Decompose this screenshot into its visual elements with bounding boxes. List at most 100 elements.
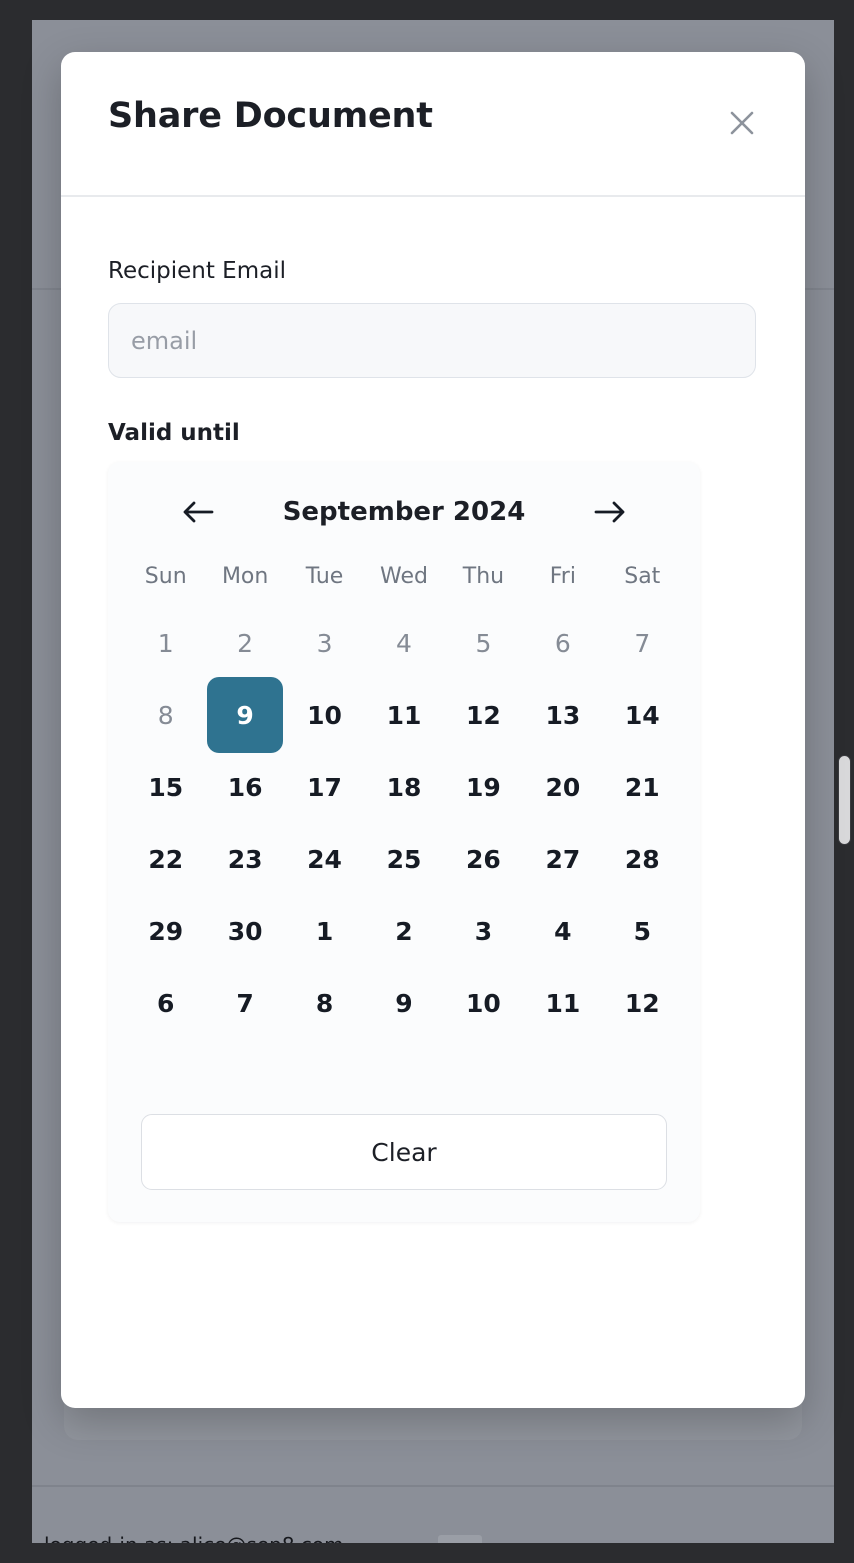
calendar-day-1: 1: [143, 615, 189, 671]
calendar-day-cell: 28: [603, 823, 682, 895]
calendar-day-4: 4: [381, 615, 427, 671]
calendar-day-cell: 1: [126, 607, 205, 679]
calendar-day-6: 6: [540, 615, 586, 671]
calendar-day-cell: 18: [364, 751, 443, 823]
calendar-day-1[interactable]: 1: [302, 903, 348, 959]
calendar-day-cell: 9: [364, 967, 443, 1039]
calendar-day-11[interactable]: 11: [534, 975, 591, 1031]
calendar-day-17[interactable]: 17: [296, 759, 353, 815]
calendar-day-11[interactable]: 11: [376, 687, 433, 743]
calendar-day-15[interactable]: 15: [137, 759, 194, 815]
calendar-day-cell: 10: [285, 679, 364, 751]
calendar-month-year-label: September 2024: [282, 497, 526, 527]
calendar-day-cell: 2: [205, 607, 284, 679]
share-document-dialog: Share Document Recipient Email Valid unt…: [61, 52, 805, 1408]
calendar-day-cell: 16: [205, 751, 284, 823]
calendar-day-3[interactable]: 3: [460, 903, 506, 959]
calendar-day-19[interactable]: 19: [455, 759, 512, 815]
calendar-day-22[interactable]: 22: [137, 831, 194, 887]
calendar-day-cell: 7: [603, 607, 682, 679]
calendar-weekday-tue: Tue: [305, 564, 344, 589]
calendar-day-cell: 8: [285, 967, 364, 1039]
calendar-day-20[interactable]: 20: [534, 759, 591, 815]
calendar-day-cell: 6: [126, 967, 205, 1039]
valid-until-label: Valid until: [108, 420, 240, 446]
arrow-left-icon[interactable]: [176, 490, 220, 534]
calendar-day-9[interactable]: 9: [381, 975, 427, 1031]
calendar-day-cell: 15: [126, 751, 205, 823]
calendar-day-5[interactable]: 5: [619, 903, 665, 959]
calendar-day-2[interactable]: 2: [381, 903, 427, 959]
calendar-day-13[interactable]: 13: [534, 687, 591, 743]
calendar-weekday-sun: Sun: [144, 564, 187, 589]
date-picker-panel: September 2024 Sun Mon Tue Wed Thu Fri Sat 123…: [108, 462, 700, 1222]
calendar-day-cell: 29: [126, 895, 205, 967]
calendar-day-cell: 5: [603, 895, 682, 967]
calendar-day-9[interactable]: 9: [207, 677, 284, 753]
logged-in-status-text: logged-in as: alice@sep8.com: [44, 1533, 344, 1543]
calendar-day-cell: 5: [444, 607, 523, 679]
calendar-day-cell: 13: [523, 679, 602, 751]
calendar-day-cell: 12: [444, 679, 523, 751]
calendar-day-3: 3: [302, 615, 348, 671]
arrow-right-icon[interactable]: [588, 490, 632, 534]
calendar-day-14[interactable]: 14: [614, 687, 671, 743]
calendar-day-cell: 17: [285, 751, 364, 823]
calendar-weekday-wed: Wed: [380, 564, 428, 589]
calendar-day-24[interactable]: 24: [296, 831, 353, 887]
calendar-weekday-mon: Mon: [221, 564, 269, 589]
calendar-day-cell: 22: [126, 823, 205, 895]
calendar-day-cell: 27: [523, 823, 602, 895]
calendar-day-27[interactable]: 27: [534, 831, 591, 887]
calendar-day-10[interactable]: 10: [455, 975, 512, 1031]
calendar-day-5: 5: [460, 615, 506, 671]
calendar-day-28[interactable]: 28: [614, 831, 671, 887]
calendar-day-7[interactable]: 7: [222, 975, 268, 1031]
calendar-day-cell: 26: [444, 823, 523, 895]
calendar-day-cell: 2: [364, 895, 443, 967]
page-scrollbar-thumb[interactable]: [838, 755, 851, 845]
close-icon[interactable]: [719, 100, 765, 146]
calendar-day-18[interactable]: 18: [376, 759, 433, 815]
page-title: Share Document: [108, 96, 433, 136]
calendar-day-cell: 4: [523, 895, 602, 967]
calendar-day-cell: 7: [205, 967, 284, 1039]
calendar-weekday-thu: Thu: [462, 564, 505, 589]
calendar-day-21[interactable]: 21: [614, 759, 671, 815]
calendar-day-30[interactable]: 30: [217, 903, 274, 959]
calendar-day-7: 7: [619, 615, 665, 671]
calendar-day-12[interactable]: 12: [614, 975, 671, 1031]
calendar-day-16[interactable]: 16: [217, 759, 274, 815]
clear-date-button[interactable]: Clear: [141, 1114, 667, 1190]
calendar-day-6[interactable]: 6: [143, 975, 189, 1031]
calendar-day-25[interactable]: 25: [376, 831, 433, 887]
calendar-day-cell: 3: [285, 607, 364, 679]
recipient-email-input[interactable]: [108, 303, 756, 378]
calendar-day-cell: 21: [603, 751, 682, 823]
calendar-day-cell: 12: [603, 967, 682, 1039]
calendar-day-23[interactable]: 23: [217, 831, 274, 887]
calendar-day-cell: 3: [444, 895, 523, 967]
calendar-weekday-sat: Sat: [624, 564, 661, 589]
calendar-day-cell: 20: [523, 751, 602, 823]
calendar-day-cell: 6: [523, 607, 602, 679]
calendar-day-cell: 1: [285, 895, 364, 967]
calendar-day-cell: 10: [444, 967, 523, 1039]
window-tab-nub: [438, 1535, 482, 1543]
calendar-day-cell: 30: [205, 895, 284, 967]
recipient-email-label: Recipient Email: [108, 258, 286, 284]
calendar-day-2: 2: [222, 615, 268, 671]
calendar-day-29[interactable]: 29: [137, 903, 194, 959]
calendar-day-cell: 11: [364, 679, 443, 751]
calendar-day-26[interactable]: 26: [455, 831, 512, 887]
calendar-day-4[interactable]: 4: [540, 903, 586, 959]
calendar-day-cell: 25: [364, 823, 443, 895]
calendar-header: September 2024: [108, 462, 700, 562]
calendar-day-12[interactable]: 12: [455, 687, 512, 743]
page-scrollbar[interactable]: [834, 20, 854, 1543]
status-bar: logged-in as: alice@sep8.com: [32, 1487, 834, 1543]
calendar-day-cell: 8: [126, 679, 205, 751]
calendar-day-8[interactable]: 8: [302, 975, 348, 1031]
calendar-day-10[interactable]: 10: [296, 687, 353, 743]
calendar-day-cell: 9: [205, 677, 284, 753]
